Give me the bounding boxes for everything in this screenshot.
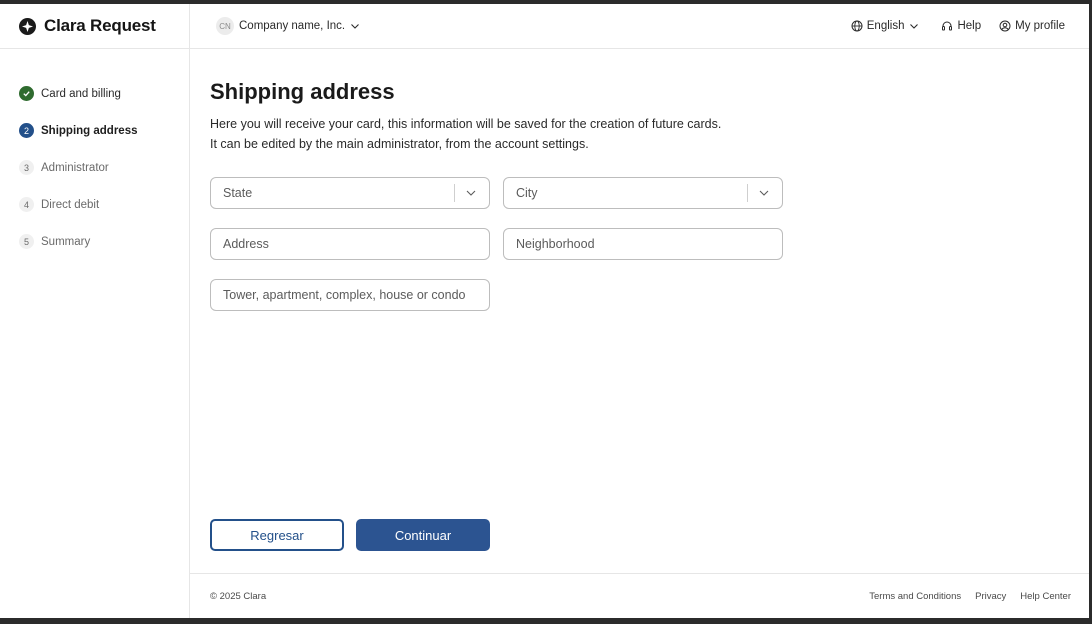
brand: Clara Request bbox=[0, 4, 190, 48]
step-number: 2 bbox=[19, 123, 34, 138]
description-line: Here you will receive your card, this in… bbox=[210, 117, 722, 131]
app-window: Clara Request CN Company name, Inc. Engl… bbox=[0, 4, 1089, 618]
step-shipping-address[interactable]: 2 Shipping address bbox=[0, 112, 189, 149]
state-select-label: State bbox=[223, 186, 253, 200]
header-actions: English Help My profile bbox=[833, 20, 1089, 32]
clara-logo-icon bbox=[19, 17, 36, 35]
chevron-down-icon bbox=[466, 190, 476, 196]
profile-label: My profile bbox=[1015, 20, 1065, 32]
chevron-down-icon bbox=[759, 190, 769, 196]
chevron-down-icon bbox=[910, 24, 919, 29]
step-label: Direct debit bbox=[41, 198, 100, 211]
help-center-link[interactable]: Help Center bbox=[1020, 591, 1071, 602]
description-line: It can be edited by the main administrat… bbox=[210, 136, 589, 151]
select-divider bbox=[747, 184, 748, 202]
headset-icon bbox=[942, 21, 953, 31]
back-button[interactable]: Regresar bbox=[210, 519, 344, 551]
neighborhood-field-wrapper bbox=[503, 228, 783, 260]
terms-link[interactable]: Terms and Conditions bbox=[869, 591, 961, 602]
chevron-down-icon bbox=[351, 24, 359, 29]
step-number: 3 bbox=[19, 160, 34, 175]
step-number: 5 bbox=[19, 234, 34, 249]
unit-field-wrapper bbox=[210, 279, 490, 311]
globe-icon bbox=[851, 20, 863, 32]
page-title: Shipping address bbox=[210, 79, 395, 104]
step-card-and-billing[interactable]: Card and billing bbox=[0, 75, 189, 112]
language-selector[interactable]: English bbox=[851, 20, 924, 32]
copyright: © 2025 Clara bbox=[210, 590, 267, 602]
step-administrator[interactable]: 3 Administrator bbox=[0, 149, 189, 186]
user-circle-icon bbox=[999, 20, 1011, 32]
step-label: Summary bbox=[41, 235, 91, 248]
continue-button[interactable]: Continuar bbox=[356, 519, 490, 551]
step-label: Shipping address bbox=[41, 124, 138, 137]
brand-name: Clara Request bbox=[44, 16, 156, 35]
unit-input[interactable] bbox=[223, 288, 489, 302]
step-label: Administrator bbox=[41, 161, 109, 174]
company-avatar: CN bbox=[216, 17, 234, 35]
stepper-sidebar: Card and billing 2 Shipping address 3 Ad… bbox=[0, 49, 190, 618]
neighborhood-input[interactable] bbox=[516, 237, 782, 251]
footer-links: Terms and Conditions Privacy Help Center bbox=[855, 591, 1071, 602]
state-select[interactable]: State bbox=[210, 177, 490, 209]
footer: © 2025 Clara Terms and Conditions Privac… bbox=[190, 573, 1089, 618]
step-number: 4 bbox=[19, 197, 34, 212]
check-icon bbox=[19, 86, 34, 101]
company-switcher[interactable]: CN Company name, Inc. bbox=[216, 17, 360, 35]
privacy-link[interactable]: Privacy bbox=[975, 591, 1006, 602]
address-input[interactable] bbox=[223, 237, 489, 251]
help-label: Help bbox=[957, 20, 982, 32]
address-field-wrapper bbox=[210, 228, 490, 260]
profile-link[interactable]: My profile bbox=[999, 20, 1065, 32]
step-direct-debit[interactable]: 4 Direct debit bbox=[0, 186, 189, 223]
step-label: Card and billing bbox=[41, 87, 121, 100]
step-summary[interactable]: 5 Summary bbox=[0, 223, 189, 260]
city-select[interactable]: City bbox=[503, 177, 783, 209]
main-content: Shipping address Here you will receive y… bbox=[190, 49, 1089, 573]
top-bar: Clara Request CN Company name, Inc. Engl… bbox=[0, 4, 1089, 49]
page-description: Here you will receive your card, this in… bbox=[210, 115, 721, 154]
help-link[interactable]: Help bbox=[941, 20, 981, 32]
language-label: English bbox=[866, 20, 905, 32]
select-divider bbox=[454, 184, 455, 202]
company-name: Company name, Inc. bbox=[239, 20, 346, 32]
city-select-label: City bbox=[516, 186, 538, 200]
